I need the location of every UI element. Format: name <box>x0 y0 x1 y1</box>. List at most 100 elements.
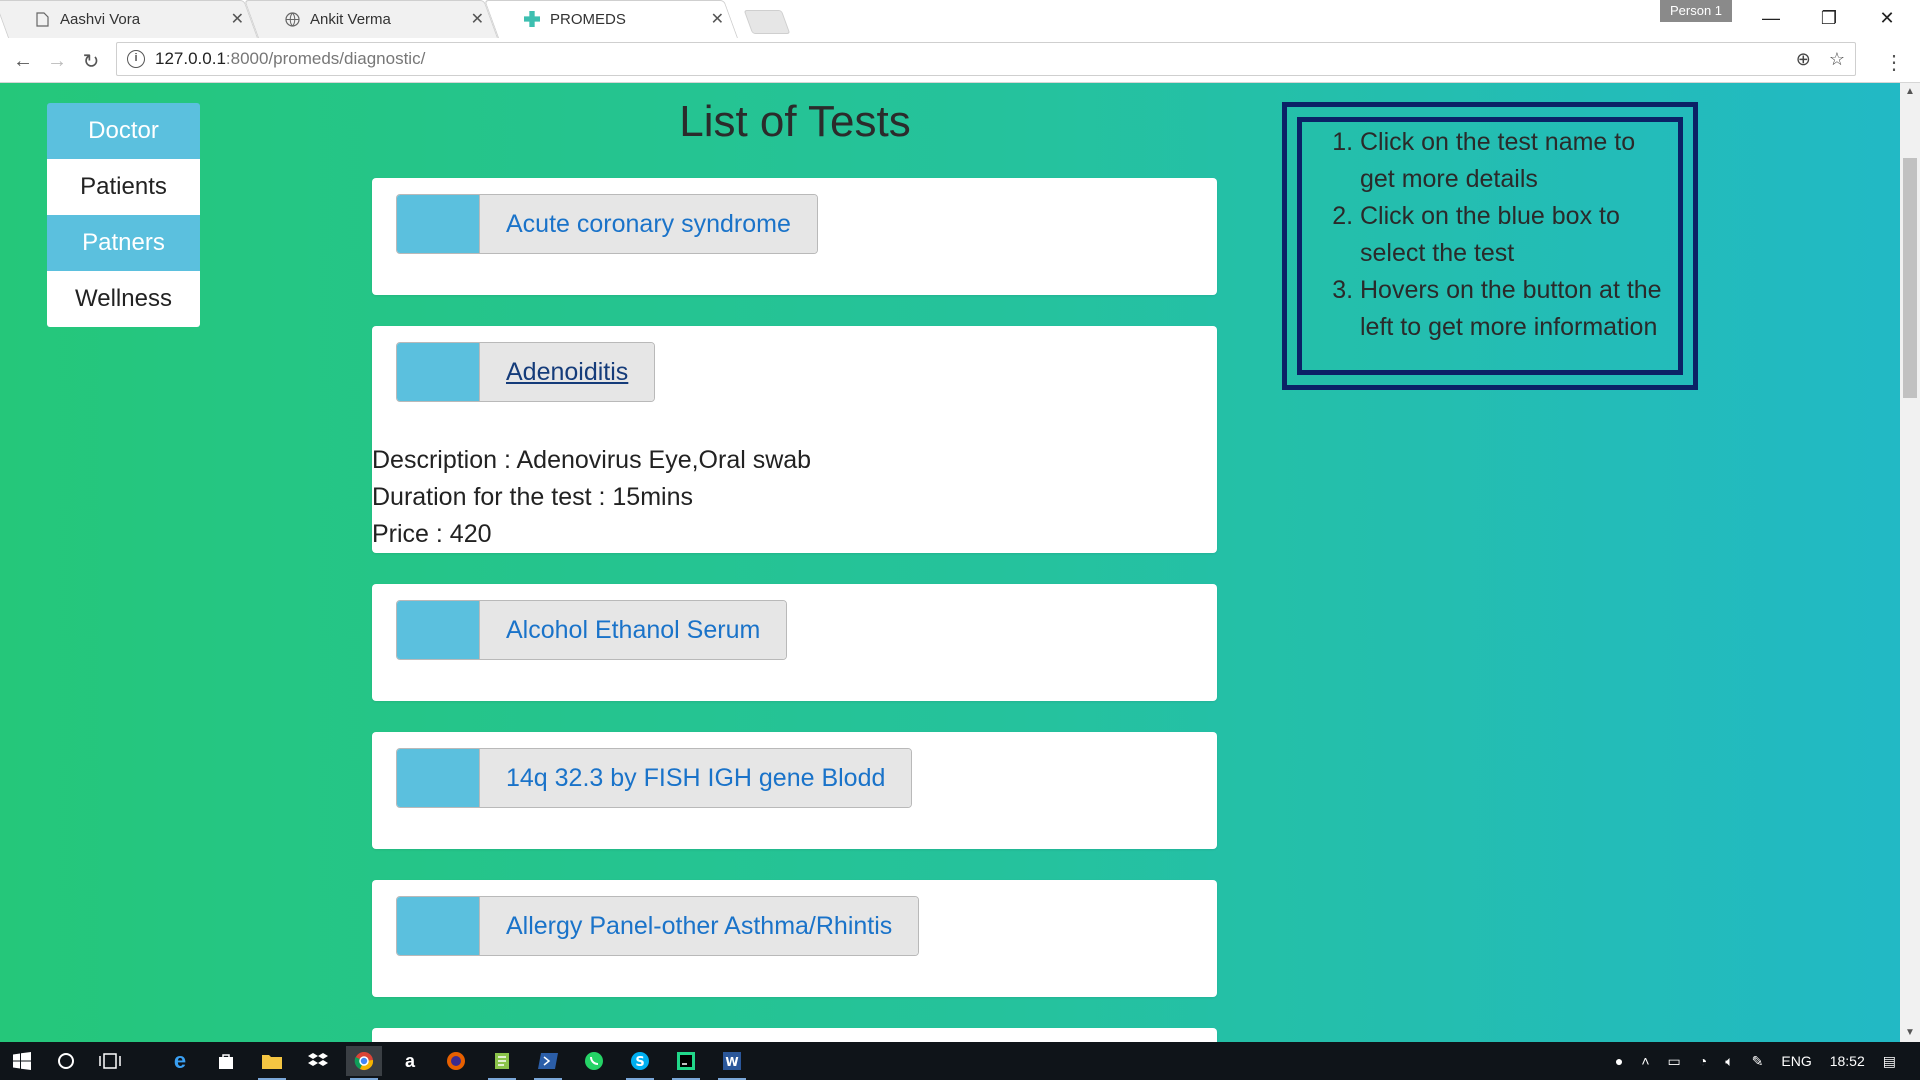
test-card <box>372 1028 1217 1042</box>
test-card-expanded: Adenoiditis Description : Adenovirus Eye… <box>372 326 1217 553</box>
test-card: Allergy Panel-other Asthma/Rhintis <box>372 880 1217 997</box>
test-name-button[interactable]: Acute coronary syndrome <box>480 195 817 253</box>
search-circle-icon[interactable] <box>48 1046 84 1076</box>
address-bar[interactable]: i 127.0.0.1:8000/promeds/diagnostic/ ⊕ ☆ <box>116 42 1856 76</box>
notification-icon[interactable]: ▤ <box>1883 1053 1896 1070</box>
url-host: 127.0.0.1 <box>155 49 226 68</box>
minimize-icon[interactable]: — <box>1748 4 1794 32</box>
wifi-icon[interactable]: ◔ <box>1699 1053 1707 1069</box>
forward-arrow-icon[interactable]: → <box>44 48 70 74</box>
close-icon[interactable]: ✕ <box>471 9 484 29</box>
volume-icon[interactable]: 🔈︎ <box>1725 1053 1733 1070</box>
page-title: List of Tests <box>679 97 911 146</box>
scrollbar-thumb[interactable] <box>1903 158 1917 398</box>
profile-button[interactable]: Person 1 <box>1660 0 1733 22</box>
browser-toolbar: ← → ↻ i 127.0.0.1:8000/promeds/diagnosti… <box>0 38 1920 83</box>
test-name-button[interactable]: 14q 32.3 by FISH IGH gene Blodd <box>480 749 912 807</box>
test-card: Alcohol Ethanol Serum <box>372 584 1217 701</box>
zoom-icon[interactable]: ⊕ <box>1796 49 1811 70</box>
select-test-box[interactable] <box>397 343 480 401</box>
tab-title: Aashvi Vora <box>60 10 141 28</box>
clock[interactable]: 18:52 <box>1830 1053 1865 1069</box>
select-test-box[interactable] <box>397 897 480 955</box>
test-description: Description : Adenovirus Eye,Oral swab <box>372 446 812 474</box>
task-view-icon[interactable] <box>92 1046 128 1076</box>
whatsapp-icon[interactable] <box>576 1046 612 1076</box>
sidebar-item-patients[interactable]: Patients <box>47 159 200 215</box>
word-icon[interactable]: W <box>714 1046 750 1080</box>
info-icon[interactable]: i <box>127 50 145 68</box>
page-viewport: Doctor Patients Patners Wellness List of… <box>0 83 1900 1042</box>
test-button-group: Alcohol Ethanol Serum <box>396 600 788 660</box>
pycharm-icon[interactable] <box>668 1046 704 1080</box>
tab-ankit-verma[interactable]: Ankit Verma ✕ <box>244 0 498 38</box>
test-name-button[interactable]: Adenoiditis <box>480 343 655 401</box>
test-name-button[interactable]: Alcohol Ethanol Serum <box>480 601 787 659</box>
instruction-item: Click on the test name to get more detai… <box>1360 124 1662 198</box>
edge-icon[interactable]: e <box>162 1046 198 1076</box>
globe-icon <box>284 11 300 27</box>
tab-title: Ankit Verma <box>310 10 391 28</box>
document-icon <box>34 11 50 27</box>
windows-taskbar: e a S W ● ˄ ▭ ◔ 🔈︎ ✎ ENG 18:52 ▤ <box>0 1042 1920 1080</box>
tests-list: Acute coronary syndrome Adenoiditis Desc… <box>355 163 1235 1042</box>
store-icon[interactable] <box>208 1046 244 1076</box>
medical-cross-icon <box>524 11 540 27</box>
scroll-down-icon[interactable]: ▼ <box>1900 1024 1920 1042</box>
tab-aashvi-vora[interactable]: Aashvi Vora ✕ <box>0 0 259 38</box>
svg-text:S: S <box>635 1055 644 1070</box>
window-close-icon[interactable]: ✕ <box>1864 4 1910 32</box>
test-button-group: Adenoiditis <box>396 342 656 402</box>
select-test-box[interactable] <box>397 195 480 253</box>
chrome-icon[interactable] <box>346 1046 382 1080</box>
chevron-up-icon[interactable]: ˄ <box>1641 1053 1649 1069</box>
close-icon[interactable]: ✕ <box>711 9 724 29</box>
tab-title: PROMEDS <box>550 10 626 28</box>
language-indicator[interactable]: ENG <box>1781 1053 1811 1069</box>
back-arrow-icon[interactable]: ← <box>10 48 36 74</box>
new-tab-button[interactable] <box>743 10 791 34</box>
close-icon[interactable]: ✕ <box>231 9 244 29</box>
instructions-box: Click on the test name to get more detai… <box>1282 102 1698 390</box>
page-scrollbar[interactable]: ▲ ▼ <box>1900 83 1920 1042</box>
test-button-group: Acute coronary syndrome <box>396 194 818 254</box>
browser-menu-icon[interactable]: ⋮ <box>1884 50 1904 75</box>
instruction-item: Click on the blue box to select the test <box>1360 198 1662 272</box>
instructions-list: Click on the test name to get more detai… <box>1302 122 1678 346</box>
test-name-button[interactable]: Allergy Panel-other Asthma/Rhintis <box>480 897 919 955</box>
select-test-box[interactable] <box>397 601 480 659</box>
svg-text:W: W <box>725 1055 738 1069</box>
sidebar-item-wellness[interactable]: Wellness <box>47 271 200 327</box>
tab-promeds[interactable]: PROMEDS ✕ <box>484 0 738 38</box>
test-details: Description : Adenovirus Eye,Oral swab D… <box>372 442 811 553</box>
test-card: Acute coronary syndrome <box>372 178 1217 295</box>
help-icon[interactable]: ● <box>1615 1053 1623 1069</box>
firefox-icon[interactable] <box>438 1046 474 1076</box>
test-duration: Duration for the test : 15mins <box>372 483 693 511</box>
test-button-group: Allergy Panel-other Asthma/Rhintis <box>396 896 920 956</box>
powershell-icon[interactable] <box>530 1046 566 1080</box>
amazon-icon[interactable]: a <box>392 1046 428 1076</box>
select-test-box[interactable] <box>397 749 480 807</box>
pen-icon[interactable]: ✎ <box>1752 1053 1764 1070</box>
browser-tab-bar: Aashvi Vora ✕ Ankit Verma ✕ PROMEDS ✕ Pe… <box>0 0 1920 38</box>
dropbox-icon[interactable] <box>300 1046 336 1076</box>
restore-icon[interactable]: ❐ <box>1806 4 1852 32</box>
skype-icon[interactable]: S <box>622 1046 658 1080</box>
sidebar-item-patners[interactable]: Patners <box>47 215 200 271</box>
sidebar-item-doctor[interactable]: Doctor <box>47 103 200 159</box>
system-tray: ● ˄ ▭ ◔ 🔈︎ ✎ ENG 18:52 ▤ <box>1606 1042 1920 1080</box>
windows-start-icon[interactable] <box>4 1046 40 1076</box>
test-card: 14q 32.3 by FISH IGH gene Blodd <box>372 732 1217 849</box>
reload-icon[interactable]: ↻ <box>78 48 104 74</box>
test-price: Price : 420 <box>372 520 492 548</box>
sidebar-menu: Doctor Patients Patners Wellness <box>47 103 200 327</box>
file-explorer-icon[interactable] <box>254 1046 290 1080</box>
bookmark-star-icon[interactable]: ☆ <box>1829 49 1845 70</box>
instruction-item: Hovers on the button at the left to get … <box>1360 272 1662 346</box>
battery-icon[interactable]: ▭ <box>1668 1053 1681 1070</box>
test-button-group: 14q 32.3 by FISH IGH gene Blodd <box>396 748 913 808</box>
notepad-icon[interactable] <box>484 1046 520 1080</box>
scroll-up-icon[interactable]: ▲ <box>1900 83 1920 101</box>
url-path: :8000/promeds/diagnostic/ <box>225 49 426 68</box>
